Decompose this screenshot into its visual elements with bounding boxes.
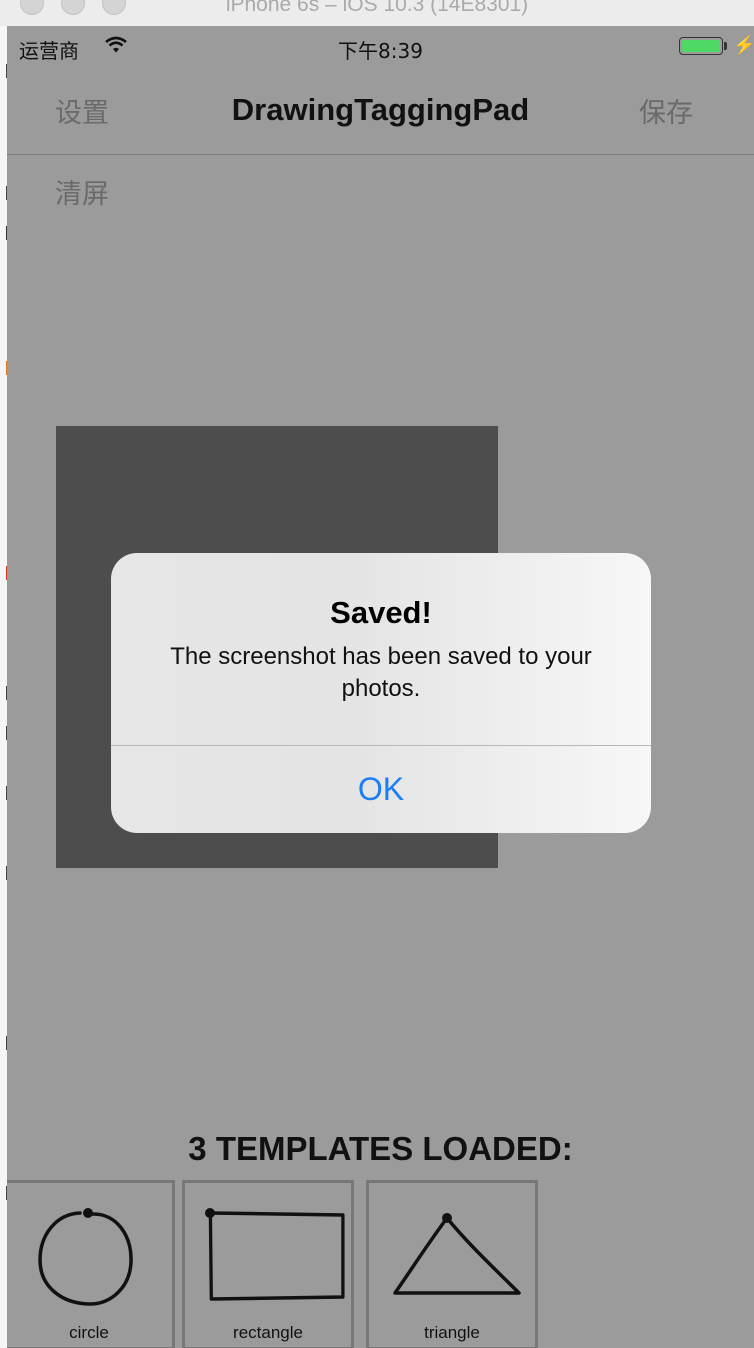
navigation-bar: 设置 DrawingTaggingPad 保存: [7, 66, 754, 155]
status-bar: 运营商 下午8:39 ⚡: [7, 26, 754, 66]
template-label: triangle: [424, 1323, 480, 1342]
clear-screen-button[interactable]: 清屏: [55, 172, 109, 211]
template-tile-circle[interactable]: circle: [7, 1180, 175, 1348]
saved-alert-dialog: Saved! The screenshot has been saved to …: [111, 553, 651, 833]
templates-heading: 3 TEMPLATES LOADED:: [188, 1130, 573, 1167]
phone-screen: 运营商 下午8:39 ⚡ 设置 DrawingTaggingPad 保存 清屏 …: [7, 26, 754, 1348]
save-button[interactable]: 保存: [639, 91, 693, 130]
template-tile-rectangle[interactable]: rectangle: [182, 1180, 354, 1348]
simulator-title-bar: iPhone 6s – iOS 10.3 (14E8301): [0, 0, 754, 27]
template-tile-triangle[interactable]: triangle: [366, 1180, 538, 1348]
alert-title: Saved!: [330, 595, 432, 630]
template-label: rectangle: [233, 1323, 303, 1342]
background-window-edge: [0, 26, 7, 1348]
alert-message: The screenshot has been saved to your ph…: [170, 643, 592, 702]
simulator-title: iPhone 6s – iOS 10.3 (14E8301): [225, 0, 529, 16]
template-label: circle: [69, 1323, 109, 1342]
status-time: 下午8:39: [338, 39, 423, 63]
battery-icon: [679, 37, 723, 55]
alert-ok-button[interactable]: OK: [111, 746, 651, 833]
charging-bolt-icon: ⚡: [733, 35, 754, 55]
